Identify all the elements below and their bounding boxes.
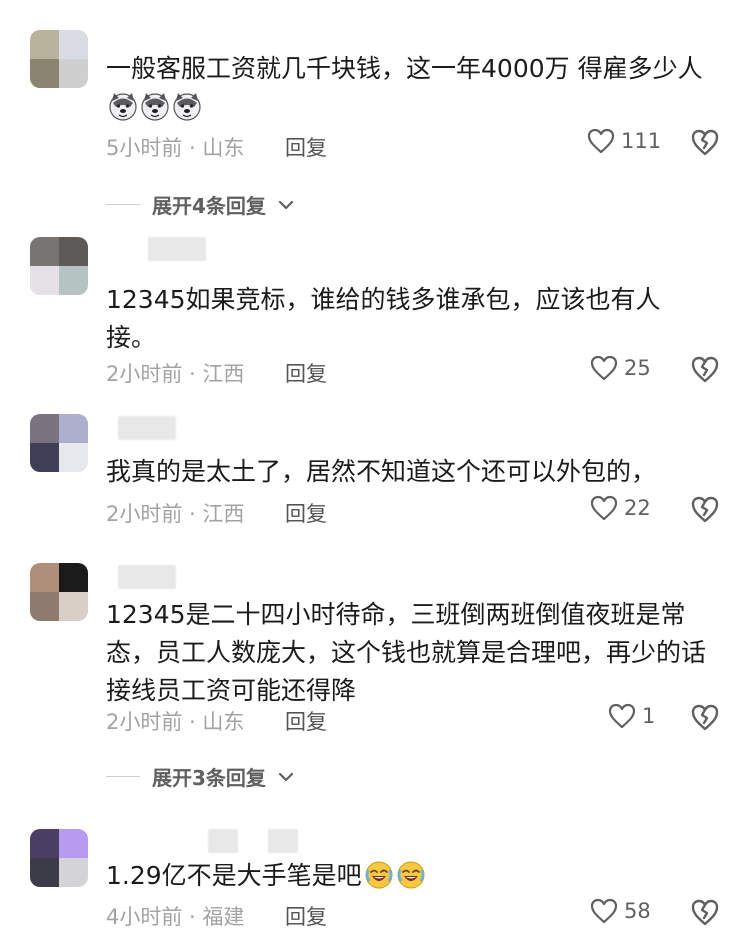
comment: 一般客服工资就几千块钱，这一年4000万 得雇多少人 5小时前 · 山东 回复 … [0, 0, 750, 200]
crying-laughing-emoji [364, 860, 394, 890]
avatar-tile [30, 443, 59, 472]
avatar[interactable] [30, 414, 88, 472]
husky-dog-emoji [108, 91, 138, 121]
like-button[interactable]: 111 [587, 128, 661, 154]
heart-outline-icon [590, 355, 618, 381]
dislike-button[interactable] [690, 355, 720, 387]
broken-heart-icon [691, 496, 719, 523]
username-blurred [148, 237, 206, 261]
avatar-tile [30, 829, 59, 858]
username-blurred [118, 416, 176, 440]
avatar-tile [59, 829, 88, 858]
expand-replies-button[interactable]: 展开4条回复 [106, 190, 294, 219]
husky-dog-emoji-group [106, 92, 202, 121]
dislike-button[interactable] [690, 898, 720, 930]
comment-text: 1.29亿不是大手笔是吧 [106, 857, 726, 895]
avatar-tile [30, 59, 59, 88]
avatar-tile [30, 563, 59, 592]
like-count: 25 [624, 356, 651, 380]
crying-laughing-emoji-group [362, 861, 426, 890]
avatar-tile [30, 30, 59, 59]
like-count: 111 [621, 129, 662, 153]
like-count: 58 [624, 899, 651, 923]
username-blurred [268, 829, 298, 853]
expand-replies-label: 展开3条回复 [152, 766, 266, 790]
like-button[interactable]: 1 [608, 703, 655, 729]
avatar-tile [59, 237, 88, 266]
avatar[interactable] [30, 563, 88, 621]
heart-outline-icon [590, 898, 618, 924]
expand-replies-button[interactable]: 展开3条回复 [106, 762, 294, 791]
comment: 1.29亿不是大手笔是吧 4小时前 · 福建 回复 58 [0, 815, 750, 949]
husky-dog-emoji [172, 91, 202, 121]
username-blurred [118, 565, 176, 589]
avatar-tile [59, 443, 88, 472]
avatar-tile [59, 563, 88, 592]
broken-heart-icon [691, 704, 719, 731]
avatar[interactable] [30, 30, 88, 88]
broken-heart-icon [691, 356, 719, 383]
avatar-tile [30, 414, 59, 443]
dislike-button[interactable] [690, 128, 720, 160]
comment: 12345是二十四小时待命，三班倒两班倒值夜班是常态，员工人数庞大，这个钱也就算… [0, 545, 750, 745]
crying-laughing-emoji [396, 860, 426, 890]
avatar-tile [30, 237, 59, 266]
like-button[interactable]: 58 [590, 898, 651, 924]
like-count: 22 [624, 496, 651, 520]
avatar[interactable] [30, 237, 88, 295]
comment-meta: 4小时前 · 福建 [106, 905, 245, 929]
comment-meta: 2小时前 · 山东 [106, 710, 245, 734]
avatar-tile [59, 266, 88, 295]
like-count: 1 [642, 704, 656, 728]
avatar[interactable] [30, 829, 88, 887]
heart-outline-icon [590, 495, 618, 521]
comment-text: 一般客服工资就几千块钱，这一年4000万 得雇多少人 [106, 50, 726, 126]
comment-text: 我真的是太土了，居然不知道这个还可以外包的， [106, 457, 657, 486]
comment-meta: 5小时前 · 山东 [106, 136, 245, 160]
avatar-tile [59, 59, 88, 88]
reply-button[interactable]: 回复 [285, 132, 327, 162]
reply-button[interactable]: 回复 [285, 358, 327, 388]
avatar-tile [59, 414, 88, 443]
heart-outline-icon [587, 128, 615, 154]
heart-outline-icon [608, 703, 636, 729]
dislike-button[interactable] [690, 703, 720, 735]
comment-text: 12345是二十四小时待命，三班倒两班倒值夜班是常态，员工人数庞大，这个钱也就算… [106, 600, 707, 705]
chevron-down-icon [278, 200, 294, 209]
avatar-tile [30, 266, 59, 295]
divider-line [106, 776, 140, 777]
avatar-tile [59, 592, 88, 621]
broken-heart-icon [691, 899, 719, 926]
comment-meta: 2小时前 · 江西 [106, 362, 245, 386]
reply-button[interactable]: 回复 [285, 498, 327, 528]
husky-dog-emoji [140, 91, 170, 121]
avatar-tile [30, 858, 59, 887]
comment: 12345如果竞标，谁给的钱多谁承包，应该也有人接。 2小时前 · 江西 回复 … [0, 225, 750, 395]
expand-replies-label: 展开4条回复 [152, 194, 266, 218]
username-blurred [208, 829, 238, 853]
like-button[interactable]: 25 [590, 355, 651, 381]
avatar-tile [59, 30, 88, 59]
reply-button[interactable]: 回复 [285, 901, 327, 931]
comment-text: 12345如果竞标，谁给的钱多谁承包，应该也有人接。 [106, 285, 661, 352]
divider-line [106, 204, 140, 205]
dislike-button[interactable] [690, 495, 720, 527]
like-button[interactable]: 22 [590, 495, 651, 521]
broken-heart-icon [691, 129, 719, 156]
avatar-tile [30, 592, 59, 621]
comment-meta: 2小时前 · 江西 [106, 502, 245, 526]
reply-button[interactable]: 回复 [285, 706, 327, 736]
comment: 我真的是太土了，居然不知道这个还可以外包的， 2小时前 · 江西 回复 22 [0, 400, 750, 540]
chevron-down-icon [278, 772, 294, 781]
avatar-tile [59, 858, 88, 887]
